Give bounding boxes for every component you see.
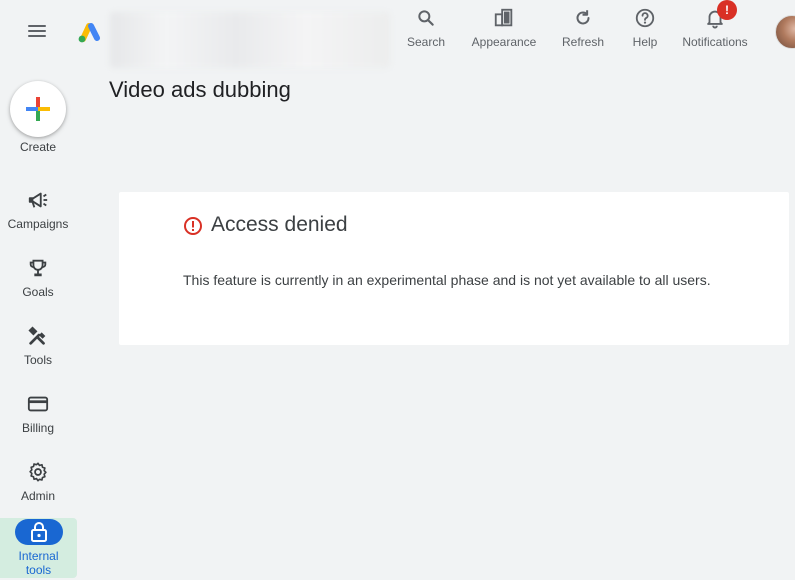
search-button[interactable]: Search (404, 6, 448, 54)
lock-icon (14, 519, 63, 545)
appearance-label: Appearance (471, 35, 537, 49)
help-label: Help (632, 35, 658, 49)
avatar[interactable] (775, 15, 795, 49)
sidebar-item-label: Tools (23, 353, 52, 367)
notifications-button[interactable]: ! Notifications (676, 0, 754, 54)
appearance-button[interactable]: Appearance (468, 6, 540, 54)
refresh-icon (571, 6, 595, 30)
plus-icon (26, 97, 50, 121)
sidebar-item-tools[interactable]: Tools (0, 324, 76, 367)
sidebar-item-label: Internal tools (18, 549, 59, 577)
google-ads-logo-icon[interactable] (77, 20, 103, 44)
sidebar-item-label: Admin (20, 489, 55, 503)
tools-icon (26, 324, 50, 348)
menu-bar (28, 30, 46, 32)
help-button[interactable]: Help (626, 6, 664, 54)
notification-badge: ! (717, 0, 737, 20)
credit-card-icon (26, 392, 50, 416)
sidebar-item-billing[interactable]: Billing (0, 392, 76, 435)
menu-bar (28, 35, 46, 37)
access-denied-card: Access denied This feature is currently … (119, 192, 789, 345)
create-label: Create (19, 140, 57, 154)
refresh-label: Refresh (561, 35, 605, 49)
megaphone-icon (26, 188, 50, 212)
card-title: Access denied (211, 213, 348, 236)
sidebar-item-campaigns[interactable]: Campaigns (0, 188, 76, 231)
page-title: Video ads dubbing (109, 77, 291, 102)
account-selector[interactable] (110, 12, 390, 68)
sidebar-item-internal-tools[interactable]: Internal tools (0, 518, 77, 578)
sidebar-item-label: Billing (21, 421, 54, 435)
create-button[interactable] (10, 81, 66, 137)
sidebar-item-goals[interactable]: Goals (0, 256, 76, 299)
search-icon (414, 6, 438, 30)
app-page: Search Appearance Refresh Help ! Notific… (0, 0, 795, 580)
help-icon (633, 6, 657, 30)
bell-icon: ! (703, 0, 737, 30)
notifications-label: Notifications (682, 35, 748, 49)
menu-bar (28, 25, 46, 27)
sidebar-item-label: Campaigns (7, 217, 69, 231)
search-label: Search (406, 35, 446, 49)
appearance-icon (492, 6, 516, 30)
main-menu-button[interactable] (25, 22, 49, 42)
trophy-icon (26, 256, 50, 280)
card-message: This feature is currently in an experime… (183, 272, 711, 288)
error-icon (184, 217, 202, 235)
refresh-button[interactable]: Refresh (558, 6, 608, 54)
sidebar-item-label: Goals (22, 285, 54, 299)
gear-icon (26, 460, 50, 484)
card-header: Access denied (183, 213, 348, 237)
sidebar-item-admin[interactable]: Admin (0, 460, 76, 503)
